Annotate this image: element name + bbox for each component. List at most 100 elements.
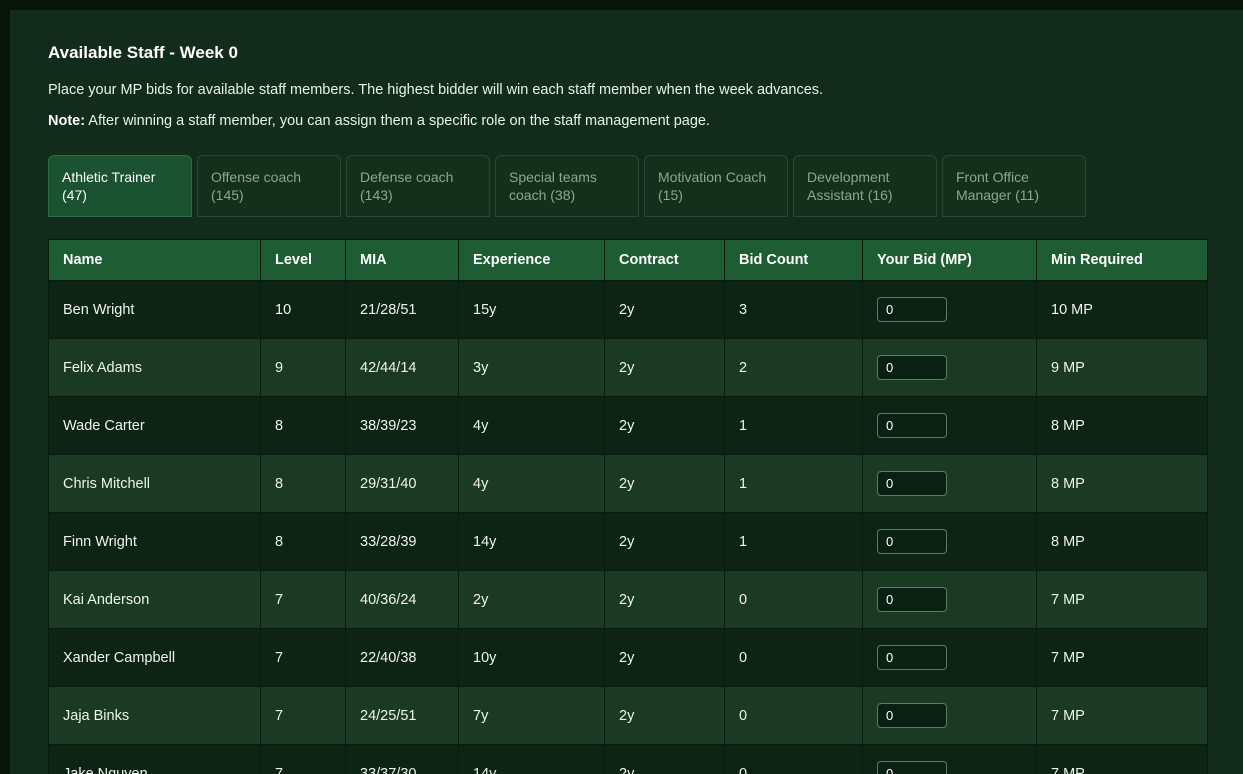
bid-input[interactable] <box>877 471 947 496</box>
table-row: Felix Adams942/44/143y2y29 MP <box>49 339 1208 397</box>
cell-min-required: 8 MP <box>1037 397 1208 455</box>
staff-category-tabs: Athletic Trainer (47) Offense coach (145)… <box>48 155 1205 217</box>
cell-your-bid <box>863 513 1037 571</box>
table-row: Xander Campbell722/40/3810y2y07 MP <box>49 629 1208 687</box>
cell-name: Finn Wright <box>49 513 261 571</box>
cell-min-required: 10 MP <box>1037 281 1208 339</box>
tab-offense-coach-145[interactable]: Offense coach (145) <box>197 155 341 217</box>
cell-mia: 38/39/23 <box>346 397 459 455</box>
table-row: Wade Carter838/39/234y2y1 8 MP <box>49 397 1208 455</box>
cell-min-required: 7 MP <box>1037 687 1208 745</box>
cell-experience: 4y <box>459 397 605 455</box>
tab-label: Athletic Trainer (47) <box>62 169 155 203</box>
note-text: After winning a staff member, you can as… <box>85 113 710 129</box>
bid-input[interactable] <box>877 703 947 728</box>
tab-front-office-manager-11[interactable]: Front Office Manager (11) <box>942 155 1086 217</box>
cell-mia: 33/28/39 <box>346 513 459 571</box>
cell-mia: 40/36/24 <box>346 571 459 629</box>
cell-min-required: 7 MP <box>1037 745 1208 774</box>
cell-mia: 29/31/40 <box>346 455 459 513</box>
cell-min-required: 8 MP <box>1037 455 1208 513</box>
column-header-min-required: Min Required <box>1037 240 1208 281</box>
cell-min-required: 7 MP <box>1037 629 1208 687</box>
tab-label: Development Assistant (16) <box>807 169 893 203</box>
cell-your-bid <box>863 745 1037 774</box>
cell-name: Wade Carter <box>49 397 261 455</box>
cell-min-required: 9 MP <box>1037 339 1208 397</box>
tab-motivation-coach-15[interactable]: Motivation Coach (15) <box>644 155 788 217</box>
note-label: Note: <box>48 113 85 129</box>
table-row: Jake Nguyen733/37/3014y2y07 MP <box>49 745 1208 774</box>
column-header-your-bid-mp: Your Bid (MP) <box>863 240 1037 281</box>
cell-name: Ben Wright <box>49 281 261 339</box>
cell-bid-count: 0 <box>725 571 863 629</box>
cell-level: 7 <box>261 687 346 745</box>
cell-contract: 2y <box>605 687 725 745</box>
column-header-contract: Contract <box>605 240 725 281</box>
bid-input[interactable] <box>877 587 947 612</box>
tab-athletic-trainer-47[interactable]: Athletic Trainer (47) <box>48 155 192 217</box>
bid-input[interactable] <box>877 645 947 670</box>
cell-level: 8 <box>261 513 346 571</box>
cell-your-bid <box>863 281 1037 339</box>
cell-experience: 10y <box>459 629 605 687</box>
cell-name: Xander Campbell <box>49 629 261 687</box>
column-header-bid-count: Bid Count <box>725 240 863 281</box>
bid-input[interactable] <box>877 297 947 322</box>
cell-min-required: 8 MP <box>1037 513 1208 571</box>
staff-table: NameLevelMIAExperienceContractBid CountY… <box>48 239 1208 774</box>
bid-input[interactable] <box>877 529 947 554</box>
cell-level: 8 <box>261 397 346 455</box>
cell-name: Jake Nguyen <box>49 745 261 774</box>
tab-label: Front Office Manager (11) <box>956 169 1039 203</box>
cell-contract: 2y <box>605 745 725 774</box>
tab-development-assistant-16[interactable]: Development Assistant (16) <box>793 155 937 217</box>
tab-label: Motivation Coach (15) <box>658 169 766 203</box>
cell-name: Chris Mitchell <box>49 455 261 513</box>
cell-contract: 2y <box>605 281 725 339</box>
tab-label: Special teams coach (38) <box>509 169 597 203</box>
cell-level: 8 <box>261 455 346 513</box>
available-staff-panel: Available Staff - Week 0 Place your MP b… <box>10 10 1243 774</box>
cell-bid-count: 3 <box>725 281 863 339</box>
tab-special-teams-coach-38[interactable]: Special teams coach (38) <box>495 155 639 217</box>
cell-your-bid <box>863 397 1037 455</box>
bid-input[interactable] <box>877 761 947 774</box>
cell-experience: 14y <box>459 745 605 774</box>
column-header-level: Level <box>261 240 346 281</box>
cell-level: 9 <box>261 339 346 397</box>
page-note: Note: After winning a staff member, you … <box>48 113 1205 129</box>
cell-mia: 22/40/38 <box>346 629 459 687</box>
cell-your-bid <box>863 629 1037 687</box>
cell-contract: 2y <box>605 571 725 629</box>
cell-name: Kai Anderson <box>49 571 261 629</box>
tab-defense-coach-143[interactable]: Defense coach (143) <box>346 155 490 217</box>
column-header-mia: MIA <box>346 240 459 281</box>
cell-level: 7 <box>261 629 346 687</box>
cell-bid-count: 0 <box>725 745 863 774</box>
cell-contract: 2y <box>605 513 725 571</box>
cell-contract: 2y <box>605 339 725 397</box>
cell-bid-count: 1 <box>725 397 863 455</box>
page: { "page": { "title": "Available Staff - … <box>0 0 1243 774</box>
cell-contract: 2y <box>605 397 725 455</box>
cell-your-bid <box>863 339 1037 397</box>
cell-bid-count: 1 <box>725 513 863 571</box>
bid-input[interactable] <box>877 355 947 380</box>
column-header-name: Name <box>49 240 261 281</box>
cell-experience: 3y <box>459 339 605 397</box>
cell-contract: 2y <box>605 629 725 687</box>
cell-your-bid <box>863 455 1037 513</box>
table-body: Ben Wright1021/28/5115y2y310 MPFelix Ada… <box>49 281 1208 774</box>
cell-min-required: 7 MP <box>1037 571 1208 629</box>
cell-name: Felix Adams <box>49 339 261 397</box>
cell-bid-count: 2 <box>725 339 863 397</box>
cell-name: Jaja Binks <box>49 687 261 745</box>
cell-mia: 21/28/51 <box>346 281 459 339</box>
bid-input[interactable] <box>877 413 947 438</box>
table-row: Jaja Binks724/25/517y2y07 MP <box>49 687 1208 745</box>
cell-your-bid <box>863 687 1037 745</box>
cell-experience: 14y <box>459 513 605 571</box>
cell-mia: 24/25/51 <box>346 687 459 745</box>
tab-label: Offense coach (145) <box>211 169 301 203</box>
